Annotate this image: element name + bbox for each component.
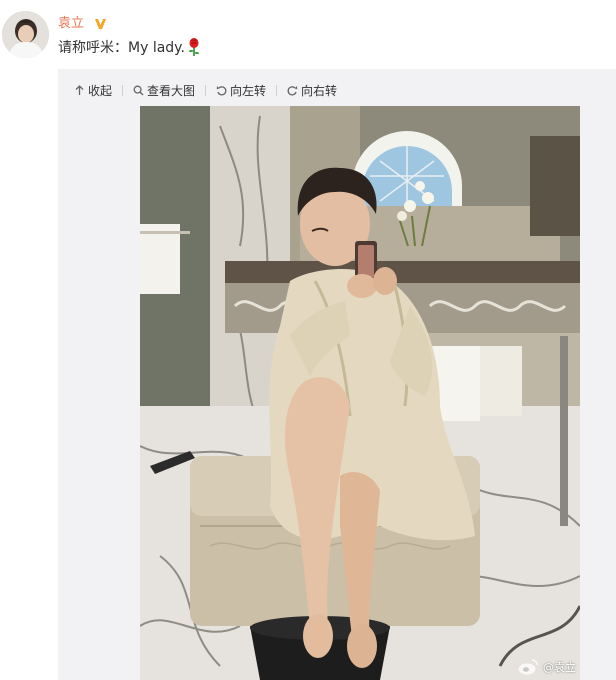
toolbar-divider bbox=[122, 84, 124, 96]
rotate-left-button[interactable]: 向左转 bbox=[214, 82, 268, 99]
arrow-up-icon bbox=[75, 84, 84, 95]
post-text: 请称呼米：My lady. bbox=[58, 36, 202, 58]
rotate-left-icon bbox=[216, 85, 227, 95]
verified-v-icon[interactable] bbox=[94, 15, 107, 29]
rotate-right-icon bbox=[287, 85, 298, 95]
rotate-right-label: 向右转 bbox=[301, 83, 338, 98]
view-large-button[interactable]: 查看大图 bbox=[131, 82, 197, 99]
rotate-left-label: 向左转 bbox=[230, 83, 267, 98]
watermark-text: @袁立 bbox=[543, 661, 576, 674]
toolbar-divider bbox=[276, 84, 278, 96]
photo-watermark: @袁立 bbox=[517, 658, 576, 676]
toolbar-divider bbox=[205, 84, 207, 96]
user-line: 袁立 bbox=[58, 12, 107, 31]
weibo-logo-icon bbox=[517, 658, 539, 676]
media-panel: 收起 查看大图 向左转 向右转 @袁立 bbox=[58, 69, 616, 680]
collapse-label: 收起 bbox=[88, 83, 113, 98]
post-text-content: 请称呼米：My lady. bbox=[58, 40, 185, 56]
rotate-right-button[interactable]: 向右转 bbox=[285, 82, 339, 99]
avatar[interactable] bbox=[2, 11, 49, 58]
user-name-link[interactable]: 袁立 bbox=[58, 12, 84, 31]
collapse-button[interactable]: 收起 bbox=[72, 82, 114, 99]
image-toolbar: 收起 查看大图 向左转 向右转 bbox=[72, 81, 339, 99]
photo-image bbox=[140, 106, 580, 680]
rose-icon bbox=[186, 37, 202, 57]
avatar-image bbox=[2, 11, 49, 58]
view-large-label: 查看大图 bbox=[147, 83, 196, 98]
post-photo[interactable]: @袁立 bbox=[140, 106, 580, 680]
weibo-post: 袁立 请称呼米：My lady. 收起 查看大图 向左转 向右转 @袁立 bbox=[0, 0, 616, 680]
search-icon bbox=[133, 85, 144, 95]
